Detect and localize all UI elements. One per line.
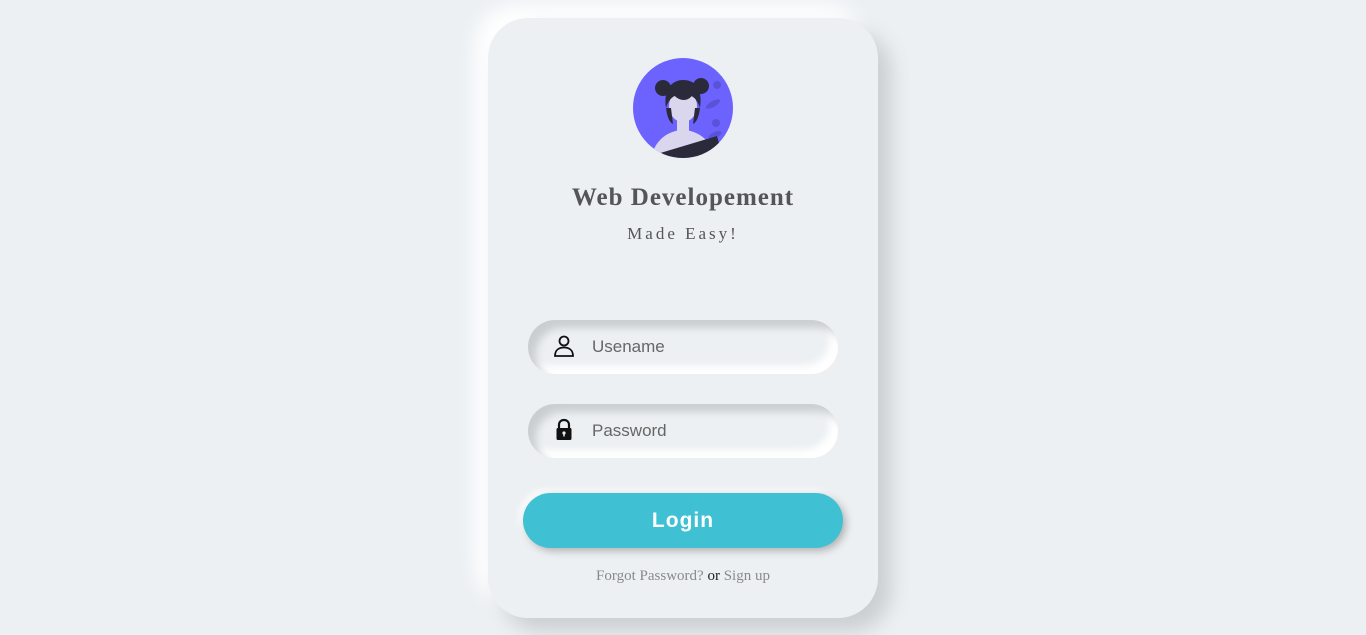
username-input[interactable]: [592, 320, 822, 374]
avatar: [633, 58, 733, 158]
user-icon: [552, 334, 576, 358]
footer-links: Forgot Password? or Sign up: [488, 568, 878, 585]
username-field[interactable]: [528, 320, 838, 374]
lock-icon: [552, 418, 576, 442]
page-title: Web Developement: [571, 184, 795, 211]
password-input[interactable]: [592, 404, 822, 458]
forgot-password-link[interactable]: Forgot Password?: [596, 568, 704, 584]
sign-up-link[interactable]: Sign up: [724, 568, 770, 584]
or-separator: or: [707, 568, 720, 584]
login-card: Web Developement Made Easy! Login Forgot…: [488, 18, 878, 618]
page-subtitle: Made Easy!: [627, 224, 739, 243]
password-field[interactable]: [528, 404, 838, 458]
login-button[interactable]: Login: [523, 493, 843, 548]
